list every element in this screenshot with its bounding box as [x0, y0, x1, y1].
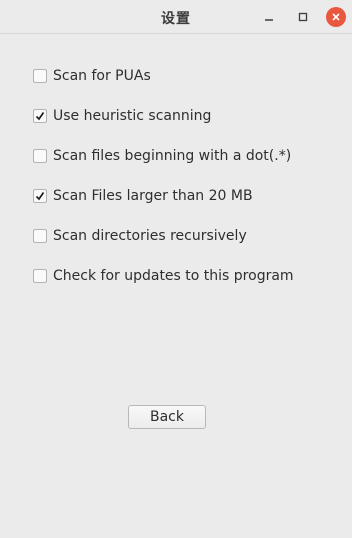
- checkbox-scan-dot-files[interactable]: [33, 149, 47, 163]
- checkbox-scan-recursively[interactable]: [33, 229, 47, 243]
- settings-content: Scan for PUAs Use heuristic scanning Sca…: [0, 34, 352, 538]
- option-label: Scan files beginning with a dot(.*): [53, 148, 292, 164]
- option-label: Check for updates to this program: [53, 268, 294, 284]
- checkmark-icon: [35, 192, 45, 201]
- option-scan-large-files[interactable]: Scan Files larger than 20 MB: [33, 186, 253, 206]
- close-button[interactable]: [326, 7, 346, 27]
- option-scan-recursively[interactable]: Scan directories recursively: [33, 226, 247, 246]
- close-icon: [332, 13, 340, 21]
- checkmark-icon: [35, 112, 45, 121]
- checkbox-scan-large-files[interactable]: [33, 189, 47, 203]
- maximize-button[interactable]: [293, 7, 313, 27]
- settings-window: 设置 Scan for PUAs Use heuristic scanning: [0, 0, 352, 538]
- option-check-updates[interactable]: Check for updates to this program: [33, 266, 294, 286]
- option-label: Use heuristic scanning: [53, 108, 212, 124]
- minimize-button[interactable]: [259, 7, 279, 27]
- title-bar[interactable]: 设置: [0, 0, 352, 34]
- option-heuristic-scanning[interactable]: Use heuristic scanning: [33, 106, 211, 126]
- option-label: Scan Files larger than 20 MB: [53, 188, 253, 204]
- option-scan-puas[interactable]: Scan for PUAs: [33, 66, 151, 86]
- back-button[interactable]: Back: [128, 405, 206, 429]
- checkbox-heuristic-scanning[interactable]: [33, 109, 47, 123]
- option-label: Scan directories recursively: [53, 228, 247, 244]
- checkbox-scan-puas[interactable]: [33, 69, 47, 83]
- minimize-icon: [265, 19, 273, 21]
- option-label: Scan for PUAs: [53, 68, 151, 84]
- maximize-icon: [298, 12, 308, 22]
- checkbox-check-updates[interactable]: [33, 269, 47, 283]
- option-scan-dot-files[interactable]: Scan files beginning with a dot(.*): [33, 146, 291, 166]
